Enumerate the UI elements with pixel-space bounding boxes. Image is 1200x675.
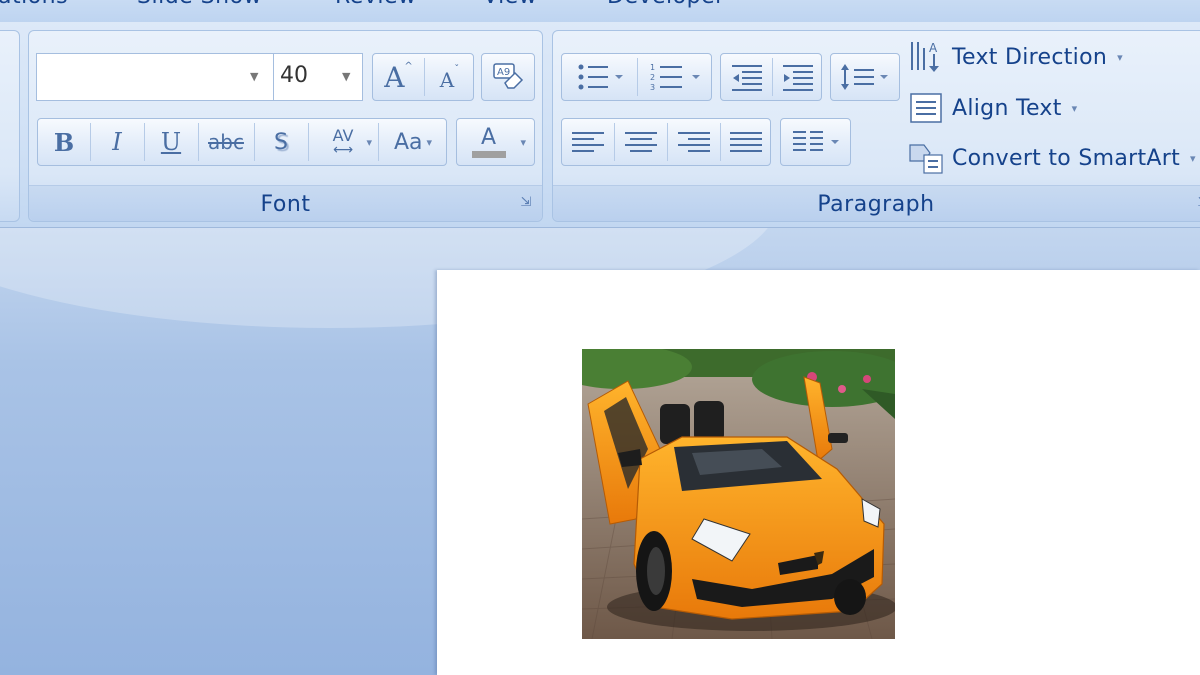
previous-group-edge	[0, 30, 20, 222]
font-size-value: 40	[280, 63, 308, 88]
svg-text:A: A	[929, 41, 938, 55]
change-case-button[interactable]: Aa ▾	[378, 119, 448, 165]
character-spacing-button[interactable]: AV ⟷ ▾	[308, 119, 378, 165]
svg-text:2: 2	[650, 73, 655, 82]
align-text-icon	[908, 91, 944, 125]
italic-button[interactable]: I	[90, 119, 144, 165]
paragraph-group-label: Paragraph	[817, 192, 935, 217]
font-color-dropdown-icon[interactable]: ▾	[520, 136, 526, 149]
car-photo-image	[582, 349, 895, 639]
convert-to-smartart-button[interactable]: Convert to SmartArt ▾	[908, 141, 1196, 175]
font-name-dropdown-icon[interactable]: ▼	[250, 70, 258, 83]
numbering-icon: 1 2 3	[650, 63, 700, 92]
numbering-button[interactable]: 1 2 3	[637, 54, 713, 100]
increase-indent-icon	[782, 65, 813, 91]
columns-icon	[792, 131, 839, 151]
text-direction-button[interactable]: A Text Direction ▾	[908, 40, 1123, 74]
bullets-button[interactable]	[562, 54, 637, 100]
clear-formatting-icon: A9	[493, 63, 524, 89]
align-right-icon	[677, 132, 710, 152]
slide-canvas[interactable]	[437, 270, 1200, 675]
font-group-label: Font	[260, 192, 311, 217]
text-shadow-button[interactable]: S	[254, 119, 308, 165]
align-text-button[interactable]: Align Text ▾	[908, 91, 1078, 125]
line-spacing-button[interactable]	[830, 53, 900, 101]
line-spacing-icon	[841, 64, 888, 90]
tab-animations[interactable]: ations	[0, 0, 68, 9]
tab-view[interactable]: View	[483, 0, 537, 9]
justify-icon	[730, 132, 762, 152]
grow-shrink-font-group: A ^ A ˇ	[372, 53, 474, 101]
svg-text:1: 1	[650, 63, 655, 72]
underline-button[interactable]: U	[144, 119, 198, 165]
paragraph-dialog-launcher-icon[interactable]: ⇲	[1195, 195, 1200, 211]
bullets-icon	[578, 64, 623, 90]
decrease-indent-icon	[731, 65, 762, 91]
alignment-buttons	[561, 118, 771, 166]
tab-developer[interactable]: Developer	[607, 0, 725, 9]
grow-font-icon: A	[384, 60, 405, 94]
tab-slide-show[interactable]: Slide Show	[137, 0, 262, 9]
shrink-font-icon: A	[439, 68, 455, 92]
convert-to-smartart-label: Convert to SmartArt	[952, 145, 1181, 171]
text-shadow-icon: S	[274, 129, 288, 155]
bold-button[interactable]: B	[38, 119, 90, 165]
align-left-button[interactable]	[562, 119, 614, 165]
align-left-icon	[572, 132, 604, 152]
font-color-button[interactable]: A ▾	[456, 118, 535, 166]
strikethrough-icon: abc	[208, 130, 244, 154]
car-photo[interactable]	[582, 349, 895, 639]
slide-workspace	[0, 228, 1200, 675]
indent-buttons	[720, 53, 822, 101]
smartart-icon	[908, 141, 944, 175]
text-direction-icon: A	[908, 40, 944, 74]
ribbon: Font ⇲ ▼ 40 ▼ A ^ A ˇ A9 B I U abc S AV …	[0, 22, 1200, 228]
font-name-combo[interactable]: ▼	[36, 53, 273, 101]
format-buttons-row: B I U abc S AV ⟷ ▾ Aa ▾	[37, 118, 447, 166]
increase-indent-button[interactable]	[772, 54, 823, 100]
align-text-label: Align Text	[952, 95, 1062, 121]
align-center-icon	[624, 132, 657, 152]
bold-icon: B	[53, 127, 75, 157]
font-size-dropdown-icon[interactable]: ▼	[342, 70, 350, 83]
grow-font-button[interactable]: A ^	[373, 54, 424, 100]
change-case-icon: Aa	[393, 129, 423, 155]
shrink-font-button[interactable]: A ˇ	[424, 54, 475, 100]
font-dialog-launcher-icon[interactable]: ⇲	[518, 195, 534, 211]
svg-text:A9: A9	[497, 67, 510, 78]
list-buttons: 1 2 3	[561, 53, 712, 101]
underline-icon: U	[160, 128, 182, 156]
justify-button[interactable]	[720, 119, 772, 165]
decrease-indent-button[interactable]	[721, 54, 772, 100]
tab-review[interactable]: Review	[335, 0, 417, 9]
align-right-button[interactable]	[667, 119, 720, 165]
strikethrough-button[interactable]: abc	[198, 119, 254, 165]
columns-button[interactable]	[780, 118, 851, 166]
font-color-icon: A	[471, 126, 506, 158]
italic-icon: I	[112, 128, 122, 156]
text-direction-label: Text Direction	[952, 44, 1108, 70]
align-center-button[interactable]	[614, 119, 667, 165]
svg-text:3: 3	[650, 83, 655, 92]
clear-formatting-button[interactable]: A9	[481, 53, 535, 101]
font-size-combo[interactable]: 40 ▼	[273, 53, 363, 101]
